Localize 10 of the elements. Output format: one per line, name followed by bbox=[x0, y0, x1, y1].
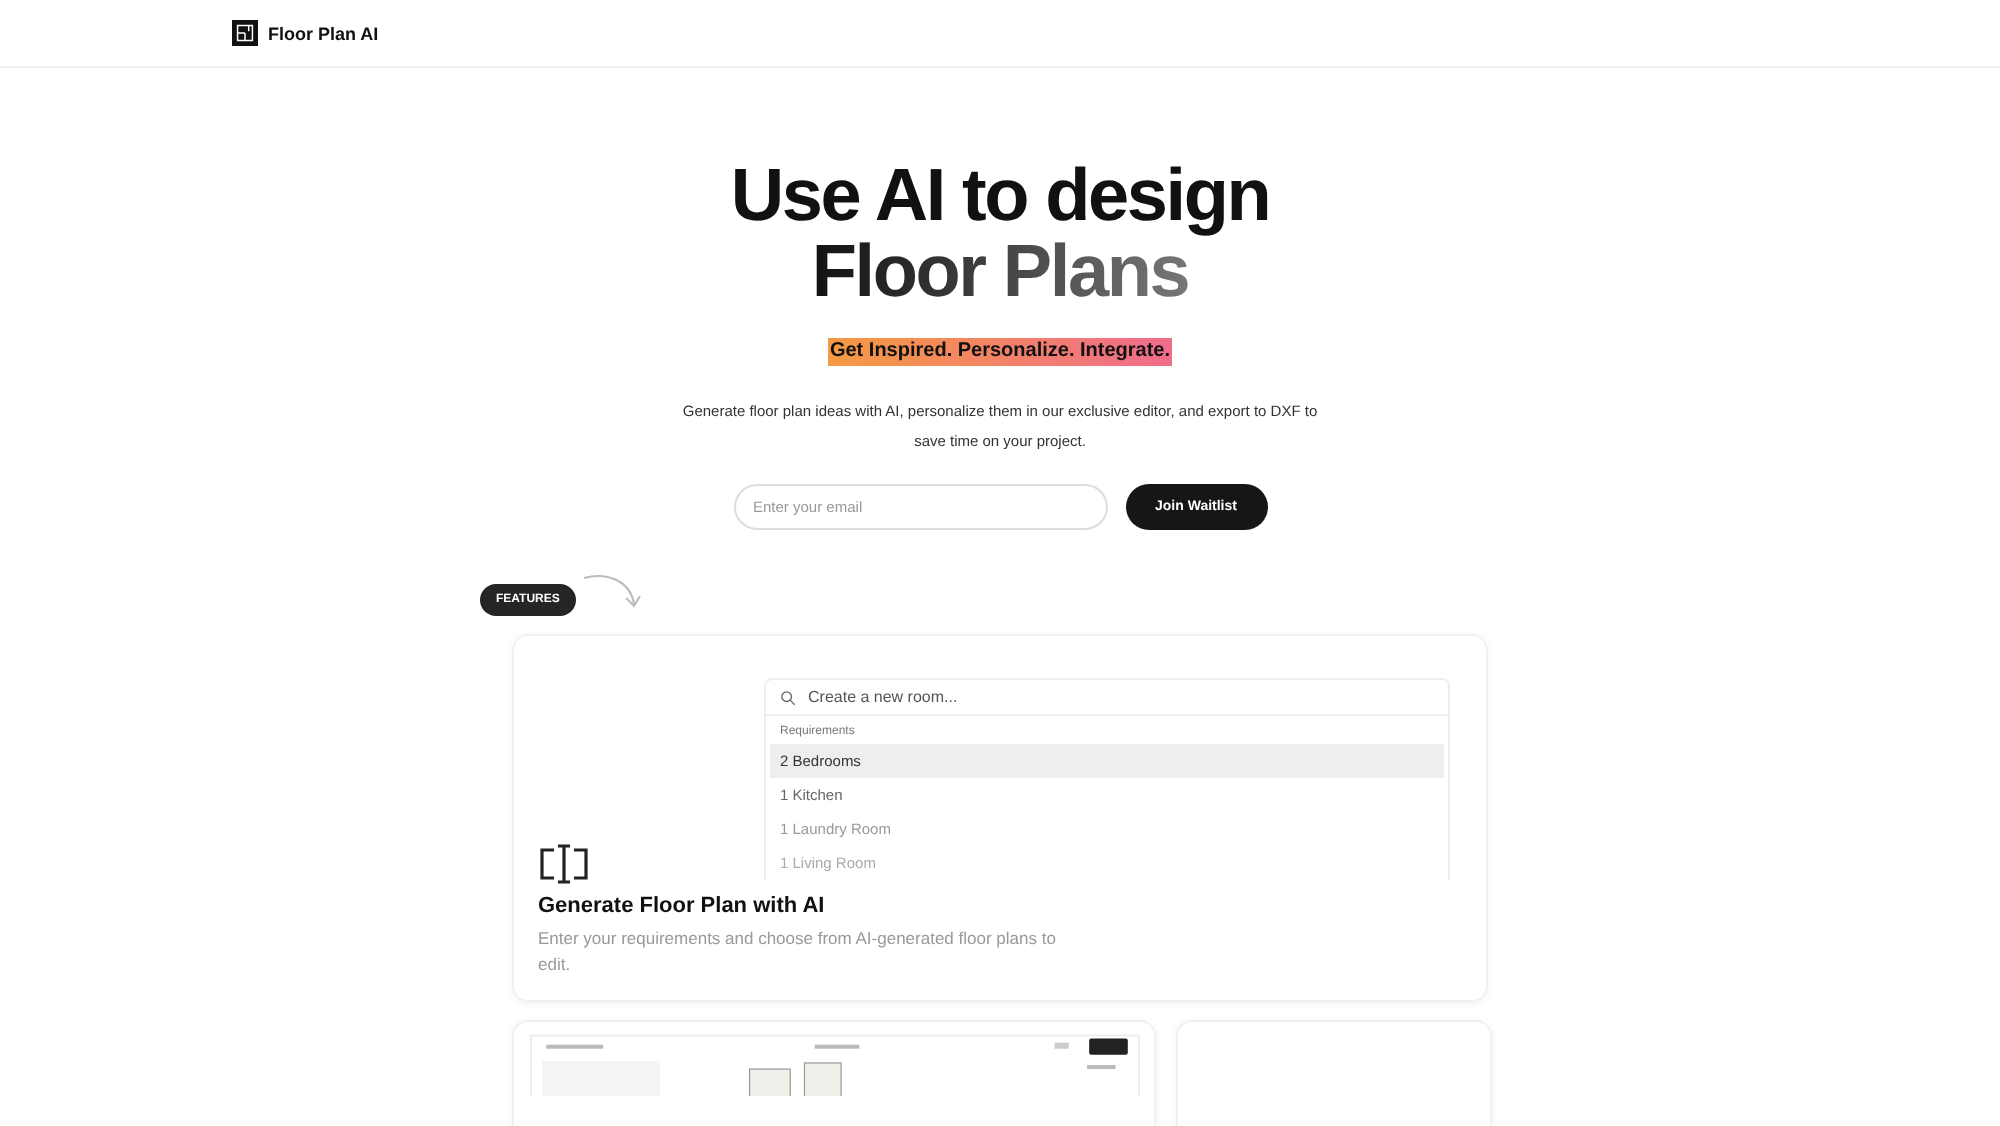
feature-title: Generate Floor Plan with AI bbox=[538, 894, 827, 918]
room-search-field[interactable]: Create a new room... bbox=[804, 686, 1434, 708]
hero-title: Use AI to design bbox=[730, 158, 1270, 234]
curved-arrow-icon bbox=[581, 572, 642, 612]
text-cursor-icon bbox=[538, 842, 590, 886]
tagline: Get Inspired. Personalize. Integrate. bbox=[827, 338, 1173, 366]
feature-description: Enter your requirements and choose from AI-generated floor plans to edit. bbox=[538, 926, 1058, 978]
floor-plan-logo-icon bbox=[232, 20, 258, 46]
search-icon bbox=[780, 689, 796, 705]
brand-name[interactable]: Floor Plan AI bbox=[268, 23, 379, 43]
